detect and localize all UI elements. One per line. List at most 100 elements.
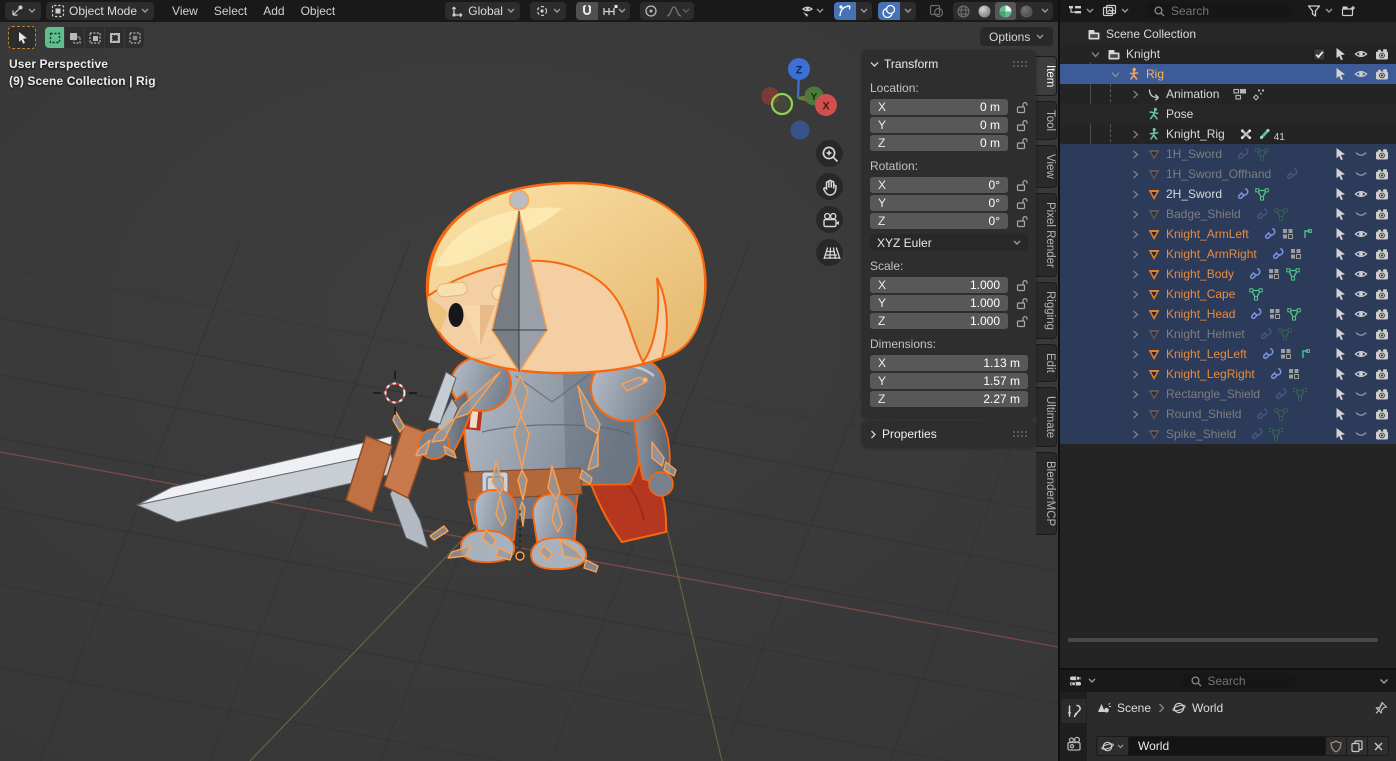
unlocked-lock-icon[interactable] — [1016, 137, 1028, 150]
expander-closed-icon[interactable] — [1128, 387, 1142, 401]
camera-icon[interactable] — [1375, 67, 1389, 81]
expander-closed-icon[interactable] — [1128, 267, 1142, 281]
value-field-y[interactable]: Y 0° — [870, 195, 1008, 211]
outliner-editor-type-selector[interactable] — [1066, 2, 1096, 20]
outliner-row[interactable]: Knight_ArmRight — [1060, 244, 1396, 264]
select-pointer-icon[interactable] — [1333, 387, 1347, 401]
outliner-row[interactable]: Knight_Helmet — [1060, 324, 1396, 344]
outliner-display-mode-selector[interactable] — [1100, 2, 1131, 20]
unlink-close-button[interactable] — [1368, 736, 1389, 756]
n-panel-tab-edit[interactable]: Edit — [1036, 344, 1057, 382]
world-name-field[interactable]: World — [1128, 736, 1326, 756]
checkbox-icon[interactable] — [1312, 47, 1326, 61]
outliner-item-label[interactable]: Knight_LegLeft — [1166, 347, 1247, 361]
expander-closed-icon[interactable] — [1128, 167, 1142, 181]
expander-closed-icon[interactable] — [1128, 87, 1142, 101]
unlocked-lock-icon[interactable] — [1016, 197, 1028, 210]
select-pointer-icon[interactable] — [1333, 47, 1347, 61]
outliner-item-label[interactable]: Knight_Head — [1166, 307, 1235, 321]
select-pointer-icon[interactable] — [1333, 327, 1347, 341]
snap-toggle[interactable] — [576, 2, 598, 20]
render-properties-tab[interactable] — [1061, 732, 1086, 756]
outliner-item-label[interactable]: Rectangle_Shield — [1166, 387, 1260, 401]
camera-icon[interactable] — [1375, 347, 1389, 361]
outliner-row[interactable]: Knight_LegRight — [1060, 364, 1396, 384]
camera-icon[interactable] — [1375, 387, 1389, 401]
menu-select[interactable]: Select — [206, 0, 255, 22]
select-pointer-icon[interactable] — [1333, 67, 1347, 81]
expander-open-icon[interactable] — [1108, 67, 1122, 81]
eye-open-icon[interactable] — [1354, 367, 1368, 381]
outliner-row[interactable]: Animation — [1060, 84, 1396, 104]
n-panel-tab-blendermcp[interactable]: BlenderMCP — [1036, 452, 1057, 535]
n-panel-tab-rigging[interactable]: Rigging — [1036, 282, 1057, 339]
fake-user-shield-button[interactable] — [1326, 736, 1347, 756]
expander-closed-icon[interactable] — [1128, 347, 1142, 361]
shading-material-preview-button[interactable] — [995, 2, 1016, 20]
snap-settings[interactable] — [598, 2, 630, 20]
outliner-item-label[interactable]: Round_Shield — [1166, 407, 1241, 421]
camera-icon[interactable] — [1375, 207, 1389, 221]
breadcrumb-world[interactable]: World — [1172, 701, 1223, 715]
eye-closed-icon[interactable] — [1354, 407, 1368, 421]
value-field-y[interactable]: Y 1.57 m — [870, 373, 1028, 389]
outliner-row[interactable]: Spike_Shield — [1060, 424, 1396, 444]
object-visibility-selector[interactable] — [796, 2, 828, 20]
gizmo-neg-y-ball[interactable] — [772, 94, 792, 114]
unlocked-lock-icon[interactable] — [1016, 315, 1028, 328]
properties-editor-type-selector[interactable] — [1067, 672, 1098, 690]
proportional-editing-toggle[interactable] — [640, 2, 662, 20]
properties-search[interactable]: Search — [1182, 673, 1296, 689]
select-pointer-icon[interactable] — [1333, 307, 1347, 321]
expander-closed-icon[interactable] — [1128, 187, 1142, 201]
outliner-item-label[interactable]: Knight_Helmet — [1166, 327, 1245, 341]
shading-solid-button[interactable] — [974, 2, 995, 20]
outliner-row[interactable]: 1H_Sword — [1060, 144, 1396, 164]
eye-open-icon[interactable] — [1354, 47, 1368, 61]
transform-panel-header[interactable]: Transform — [870, 55, 1028, 73]
show-gizmo-toggle[interactable] — [834, 2, 856, 20]
expander-open-icon[interactable] — [1088, 47, 1102, 61]
transform-orientation-selector[interactable]: Global — [445, 2, 520, 20]
outliner-row[interactable]: 2H_Sword — [1060, 184, 1396, 204]
outliner-item-label[interactable]: 1H_Sword — [1166, 147, 1222, 161]
unlocked-lock-icon[interactable] — [1016, 179, 1028, 192]
select-pointer-icon[interactable] — [1333, 227, 1347, 241]
eye-open-icon[interactable] — [1354, 247, 1368, 261]
panel-grip-icon[interactable] — [1012, 60, 1028, 68]
outliner-item-label[interactable]: Knight_Cape — [1166, 287, 1235, 301]
new-collection-button[interactable] — [1339, 2, 1358, 20]
camera-icon[interactable] — [1375, 187, 1389, 201]
value-field-z[interactable]: Z 2.27 m — [870, 391, 1028, 407]
camera-icon[interactable] — [1375, 247, 1389, 261]
outliner-scrollbar[interactable] — [1068, 638, 1378, 642]
value-field-y[interactable]: Y 0 m — [870, 117, 1008, 133]
camera-icon[interactable] — [1375, 427, 1389, 441]
outliner-row[interactable]: Knight_Body — [1060, 264, 1396, 284]
outliner-row[interactable]: Rectangle_Shield — [1060, 384, 1396, 404]
outliner-item-label[interactable]: Knight_Rig — [1166, 127, 1225, 141]
camera-view-button[interactable] — [816, 206, 843, 233]
outliner-item-label[interactable]: Knight — [1126, 47, 1160, 61]
eye-closed-icon[interactable] — [1354, 427, 1368, 441]
camera-icon[interactable] — [1375, 47, 1389, 61]
expander-closed-icon[interactable] — [1128, 327, 1142, 341]
outliner-item-label[interactable]: 1H_Sword_Offhand — [1166, 167, 1271, 181]
camera-icon[interactable] — [1375, 407, 1389, 421]
select-mode-set-button[interactable] — [45, 27, 64, 48]
editor-type-selector[interactable] — [5, 2, 41, 20]
menu-view[interactable]: View — [164, 0, 206, 22]
value-field-y[interactable]: Y 1.000 — [870, 295, 1008, 311]
mode-selector[interactable]: Object Mode — [46, 2, 154, 20]
value-field-x[interactable]: X 1.13 m — [870, 355, 1028, 371]
outliner-item-label[interactable]: Knight_ArmRight — [1166, 247, 1257, 261]
outliner-row[interactable]: Rig — [1060, 64, 1396, 84]
menu-object[interactable]: Object — [293, 0, 344, 22]
select-pointer-icon[interactable] — [1333, 147, 1347, 161]
pivot-point-selector[interactable] — [530, 2, 566, 20]
camera-icon[interactable] — [1375, 287, 1389, 301]
menu-add[interactable]: Add — [255, 0, 292, 22]
expander-closed-icon[interactable] — [1128, 247, 1142, 261]
select-pointer-icon[interactable] — [1333, 367, 1347, 381]
outliner-item-label[interactable]: Badge_Shield — [1166, 207, 1241, 221]
